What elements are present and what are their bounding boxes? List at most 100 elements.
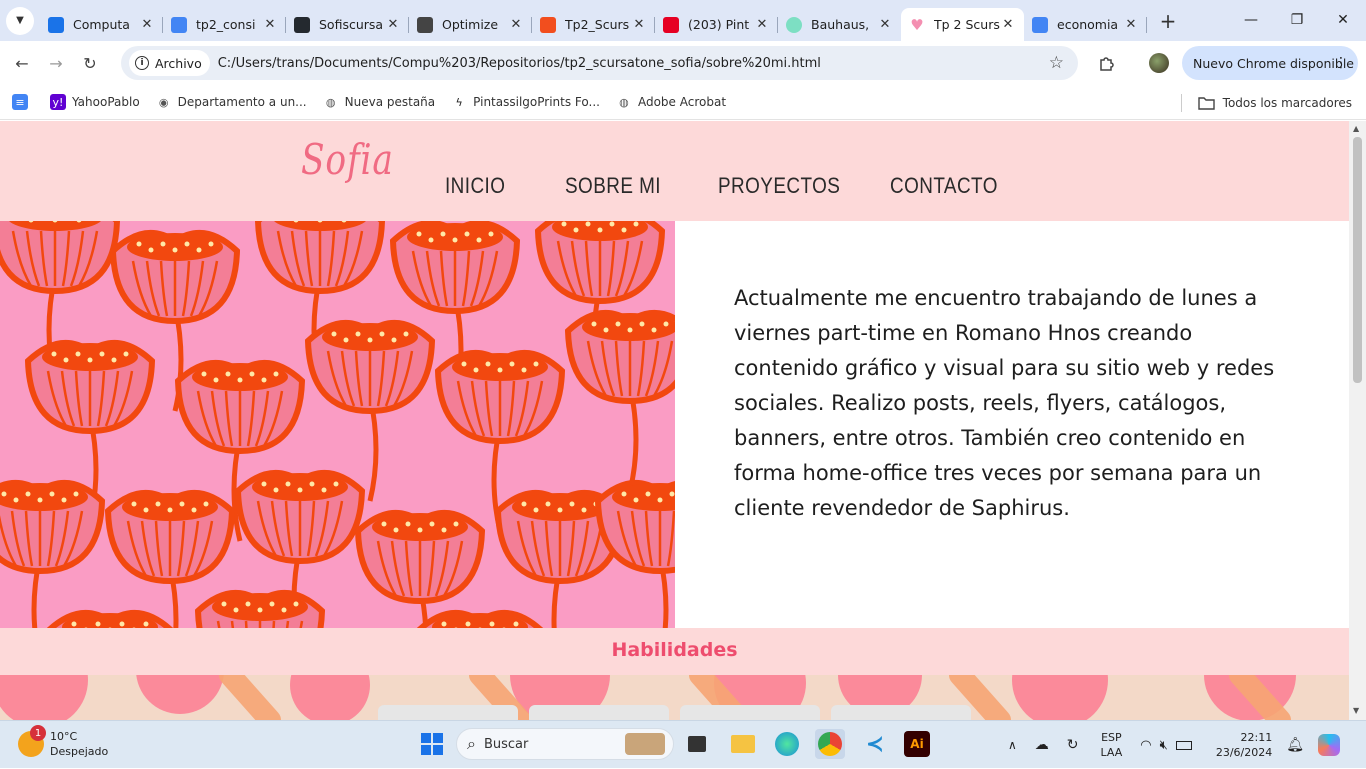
bell-icon[interactable]: 🔔︎	[1286, 737, 1304, 753]
minimize-icon: —	[1244, 12, 1258, 28]
nav-link-contacto[interactable]: CONTACTO	[890, 173, 998, 199]
start-button[interactable]	[417, 729, 447, 759]
tulip-shape	[0, 480, 106, 628]
vscode-button[interactable]: ≺	[860, 729, 890, 759]
browser-tab[interactable]: Tp2_Scurs ✕	[532, 8, 655, 41]
bookmark-item[interactable]: ◍ Adobe Acrobat	[612, 89, 730, 115]
nav-link-proyectos[interactable]: PROYECTOS	[718, 173, 840, 199]
browser-tab[interactable]: Computa ✕	[40, 8, 163, 41]
close-tab-icon[interactable]: ✕	[262, 17, 278, 32]
search-placeholder: Buscar	[483, 736, 529, 752]
close-tab-icon[interactable]: ✕	[631, 17, 647, 32]
scroll-down-icon[interactable]: ▼	[1353, 706, 1359, 715]
close-tab-icon[interactable]: ✕	[139, 17, 155, 32]
system-tray: ∧ ☁ ↻ ESP LAA ◠ 🔇︎ 22:11 23/6/2024 🔔︎	[1008, 721, 1341, 769]
browser-tab[interactable]: ♥ Tp 2 Scurs ✕	[901, 8, 1024, 41]
onedrive-icon[interactable]: ☁	[1035, 737, 1049, 753]
figma-icon	[540, 16, 556, 33]
reload-icon: ↻	[83, 53, 97, 73]
illustrator-button[interactable]: Ai	[904, 731, 930, 757]
browser-tab[interactable]: (203) Pint ✕	[655, 8, 778, 41]
edge-button[interactable]	[772, 729, 802, 759]
close-window-button[interactable]: ✕	[1320, 0, 1366, 40]
volume-muted-icon[interactable]: 🔇︎	[1160, 738, 1168, 753]
wifi-icon[interactable]: ◠	[1140, 738, 1151, 753]
bookmark-item[interactable]: y! YahooPablo	[46, 89, 144, 115]
nav-link-sobre-mi[interactable]: SOBRE MI	[565, 173, 661, 199]
browser-tab[interactable]: tp2_consi ✕	[163, 8, 286, 41]
browser-tab[interactable]: Optimize ✕	[409, 8, 532, 41]
file-explorer-button[interactable]	[728, 729, 758, 759]
new-tab-button[interactable]: +	[1155, 8, 1181, 34]
bookmark-label: Nueva pestaña	[344, 95, 436, 109]
scroll-up-icon[interactable]: ▲	[1353, 124, 1359, 133]
sync-icon[interactable]: ↻	[1067, 737, 1079, 753]
docs-bookmark-icon: ≡	[12, 94, 28, 110]
minimize-button[interactable]: —	[1228, 0, 1274, 40]
nav-link-inicio[interactable]: INICIO	[445, 173, 505, 199]
copilot-icon[interactable]	[1318, 734, 1341, 756]
bookmark-item[interactable]: ◍ Nueva pestaña	[319, 89, 440, 115]
profile-avatar[interactable]	[1149, 53, 1169, 73]
puzzle-icon	[1099, 56, 1114, 71]
bookmark-item[interactable]: ◉ Departamento a un...	[152, 89, 311, 115]
restore-icon: ❐	[1290, 12, 1304, 28]
scroll-thumb[interactable]	[1353, 137, 1362, 383]
browser-tab[interactable]: economia ✕	[1024, 8, 1147, 41]
close-tab-icon[interactable]: ✕	[877, 17, 893, 32]
close-tab-icon[interactable]: ✕	[754, 17, 770, 32]
browser-tab[interactable]: Bauhaus, ✕	[778, 8, 901, 41]
chrome-button[interactable]	[815, 729, 845, 759]
tulip-pattern-illustration	[0, 221, 675, 628]
illustrator-icon: Ai	[910, 737, 924, 751]
heart-icon: ♥	[910, 15, 924, 34]
page-viewport: Sofia INICIO SOBRE MI PROYECTOS CONTACTO…	[0, 121, 1366, 720]
skills-background-pattern	[0, 675, 1349, 720]
bookmark-item[interactable]: ϟ PintassilgoPrints Fo...	[447, 89, 604, 115]
chrome-update-button[interactable]: Nuevo Chrome disponible ⋮	[1182, 46, 1358, 80]
close-tab-icon[interactable]: ✕	[1000, 17, 1016, 32]
language-indicator[interactable]: ESP LAA	[1101, 730, 1123, 760]
bookmarks-bar: ≡ y! YahooPablo ◉ Departamento a un... ◍ Nueva…	[0, 85, 1366, 120]
task-view-button[interactable]	[682, 729, 712, 759]
folder-icon	[1197, 97, 1215, 110]
bookmark-item[interactable]: ≡	[8, 89, 38, 115]
address-bar[interactable]: i Archivo C:/Users/trans/Documents/Compu…	[121, 46, 1078, 80]
reload-button[interactable]: ↻	[73, 46, 107, 80]
eye-icon: ◉	[158, 95, 169, 109]
docs-icon	[171, 16, 187, 33]
battery-icon[interactable]	[1175, 740, 1192, 750]
extensions-button[interactable]	[1089, 46, 1123, 80]
close-tab-icon[interactable]: ✕	[508, 17, 524, 32]
close-tab-icon[interactable]: ✕	[1123, 17, 1139, 32]
folder-icon	[731, 735, 755, 753]
tray-overflow-icon[interactable]: ∧	[1008, 738, 1017, 752]
browser-tab[interactable]: Sofiscursa ✕	[286, 8, 409, 41]
page-scrollbar[interactable]: ▲ ▼	[1349, 121, 1366, 720]
all-bookmarks-button[interactable]: Todos los marcadores	[1180, 90, 1352, 116]
skills-header: Habilidades	[0, 628, 1349, 675]
clock-time: 22:11	[1240, 731, 1273, 744]
restore-button[interactable]: ❐	[1274, 0, 1320, 40]
close-icon: ✕	[1337, 12, 1349, 28]
arrow-left-icon: ←	[15, 53, 29, 73]
bookmark-label: Departamento a un...	[177, 95, 307, 109]
url-text[interactable]: C:/Users/trans/Documents/Compu%203/Repos…	[218, 56, 821, 71]
back-button[interactable]: ←	[5, 46, 39, 80]
forward-button[interactable]: →	[39, 46, 73, 80]
more-menu-icon[interactable]: ⋮	[1334, 55, 1348, 71]
yahoo-icon: y!	[50, 94, 66, 110]
language-bottom: LAA	[1100, 746, 1123, 759]
site-logo[interactable]: Sofia	[301, 135, 394, 184]
tab-search-button[interactable]: ▼	[6, 6, 34, 35]
decorative-pattern	[0, 675, 1296, 720]
chevron-down-icon: ▼	[16, 15, 24, 26]
taskbar-search[interactable]: ⌕ Buscar	[456, 728, 674, 760]
info-icon: i	[135, 56, 149, 70]
site-info-chip[interactable]: i Archivo	[129, 50, 210, 76]
tab-strip: ▼ Computa ✕ tp2_consi ✕ Sofiscursa ✕ Optimize ✕…	[0, 0, 1366, 41]
bookmark-star-icon[interactable]: ☆	[1049, 53, 1064, 73]
weather-widget[interactable]: 1 10°C Despejado	[18, 725, 108, 759]
close-tab-icon[interactable]: ✕	[385, 17, 401, 32]
clock[interactable]: 22:11 23/6/2024	[1216, 730, 1272, 760]
